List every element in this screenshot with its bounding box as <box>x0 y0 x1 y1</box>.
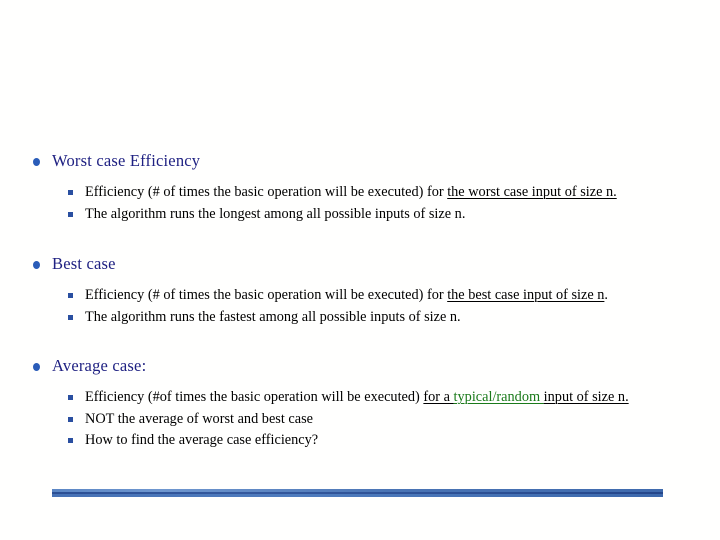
item-text-plain: The algorithm runs the fastest among all… <box>85 308 461 325</box>
list-item: How to find the average case efficiency? <box>0 430 720 452</box>
list-item: NOT the average of worst and best case <box>0 409 720 431</box>
slide-canvas: Worst case Efficiency Efficiency (# of t… <box>0 0 720 540</box>
heading-label: Average case: <box>52 356 147 375</box>
disc-bullet-icon <box>33 261 40 269</box>
bullet-group-best-case: Best case Efficiency (# of times the bas… <box>0 253 720 328</box>
square-bullet-icon <box>68 211 73 217</box>
item-text-underlined-cont: input of size n. <box>543 389 629 405</box>
list-item: The algorithm runs the fastest among all… <box>0 307 720 329</box>
list-item: Efficiency (#of times the basic operatio… <box>0 387 720 409</box>
heading-best-case: Best case <box>0 253 720 275</box>
bullet-group-worst-case: Worst case Efficiency Efficiency (# of t… <box>0 150 720 225</box>
disc-bullet-icon <box>33 158 40 166</box>
item-text-underlined: for a <box>423 389 454 405</box>
square-bullet-icon <box>68 395 73 400</box>
item-text-plain: The algorithm runs the longest among all… <box>85 205 466 222</box>
list-item: The algorithm runs the longest among all… <box>0 204 720 226</box>
item-text-plain: Efficiency (#of times the basic operatio… <box>85 389 424 405</box>
item-text-plain: How to find the average case efficiency? <box>85 432 319 448</box>
heading-worst-case-efficiency: Worst case Efficiency <box>0 150 720 172</box>
footer-divider <box>52 489 663 497</box>
divider-band-bottom <box>52 494 663 497</box>
item-text-plain: Efficiency (# of times the basic operati… <box>85 287 448 303</box>
item-text-plain: NOT the average of worst and best case <box>85 410 314 427</box>
square-bullet-icon <box>68 438 73 443</box>
item-text-highlighted: typical/random <box>453 389 544 405</box>
heading-label: Worst case Efficiency <box>52 151 201 170</box>
square-bullet-icon <box>68 314 73 320</box>
item-text-trailing: . <box>604 287 608 303</box>
heading-average-case: Average case: <box>0 355 720 377</box>
bullet-group-average-case: Average case: Efficiency (#of times the … <box>0 355 720 452</box>
square-bullet-icon <box>68 416 73 422</box>
list-item: Efficiency (# of times the basic operati… <box>0 285 720 307</box>
heading-label: Best case <box>52 254 116 273</box>
disc-bullet-icon <box>33 363 40 371</box>
list-item: Efficiency (# of times the basic operati… <box>0 182 720 204</box>
item-text-underlined: the worst case input of size n. <box>447 184 617 200</box>
item-text-underlined: the best case input of size n <box>447 287 605 303</box>
square-bullet-icon <box>68 190 73 195</box>
item-text-plain: Efficiency (# of times the basic operati… <box>85 184 448 200</box>
square-bullet-icon <box>68 293 73 298</box>
